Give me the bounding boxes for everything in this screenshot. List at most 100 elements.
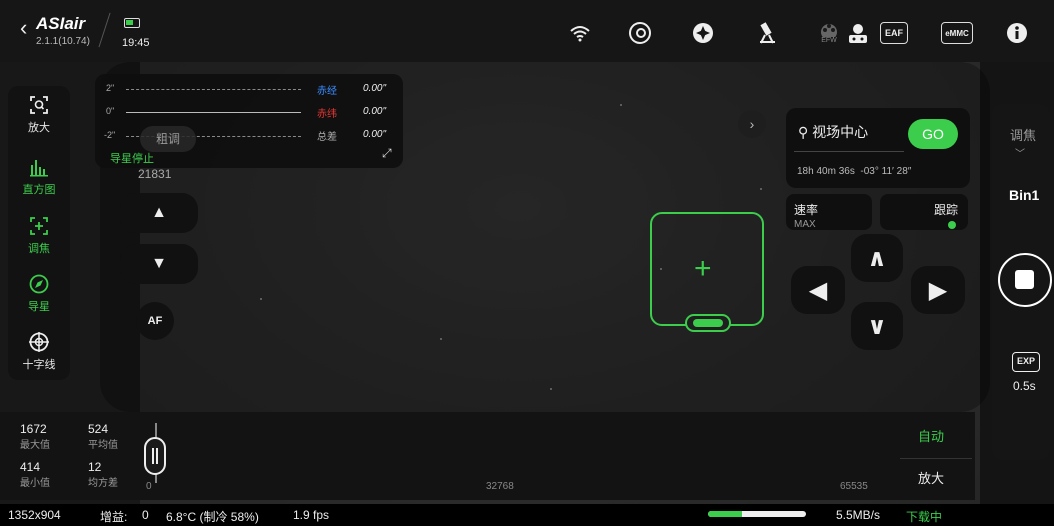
stat-max-label: 最大值 (20, 440, 50, 451)
guide-zero-line (126, 112, 301, 113)
focus-tab[interactable]: 调焦 (1010, 125, 1036, 144)
stat-min-label: 最小值 (20, 478, 50, 489)
search-icon: ⚲ (798, 124, 809, 140)
guide-scope-icon[interactable] (690, 20, 716, 46)
focus-in-button[interactable]: ▲ (120, 193, 198, 233)
battery-icon (124, 18, 140, 28)
expand-icon[interactable]: ⤢ (382, 146, 392, 161)
histogram-zoom-button[interactable]: 放大 (918, 468, 944, 487)
exposure-value[interactable]: 0.5s (1013, 379, 1036, 393)
tool-focus-label: 调焦 (28, 243, 50, 255)
wifi-icon[interactable] (567, 20, 593, 46)
arrow-left-icon: ◀ (808, 276, 828, 304)
slew-rate-value: MAX (794, 219, 816, 230)
focus-icon (28, 216, 50, 238)
guide-grid-line (126, 89, 301, 90)
crosshair-icon (28, 332, 50, 354)
app-version: 2.1.1(10.74) (36, 36, 90, 47)
tracking-label: 跟踪 (934, 203, 959, 217)
rotator-icon[interactable] (845, 20, 871, 46)
tool-crosshair-label: 十字线 (22, 359, 56, 371)
stat-stddev: 12 均方差 (88, 460, 118, 489)
arrow-up-icon: ∧ (867, 244, 887, 272)
goto-target-label: 视场中心 (812, 124, 869, 140)
tool-focus[interactable]: 调焦 (8, 216, 70, 256)
goto-target[interactable]: ⚲ 视场中心 (798, 122, 868, 142)
chevron-right-icon[interactable]: › (738, 110, 766, 138)
filter-wheel-icon[interactable]: EFW (816, 20, 842, 46)
triangle-up-icon: ▲ (151, 204, 167, 221)
gain-label: 增益: (100, 510, 128, 524)
stat-min-value: 414 (20, 460, 41, 474)
focuser-icon[interactable]: EAF (880, 22, 908, 44)
download-status: 下载中 (906, 510, 943, 524)
stat-min: 414 最小值 (20, 460, 50, 489)
tool-histogram[interactable]: 直方图 (8, 157, 70, 197)
clock: 19:45 (122, 37, 150, 49)
dec-label: 赤纬 (317, 109, 337, 120)
guide-scale-mid: 0" (106, 106, 115, 116)
tool-guiding[interactable]: 导星 (8, 274, 70, 314)
histogram-stretch-handle[interactable] (144, 437, 166, 475)
tracking-status-dot (948, 221, 956, 229)
stat-max: 1672 最大值 (20, 422, 50, 451)
guide-scale-top: 2" (106, 83, 115, 93)
tool-zoom[interactable]: 放大 (8, 95, 70, 135)
telescope-mount-icon[interactable] (755, 20, 781, 46)
histogram-tick-mid: 32768 (486, 481, 514, 492)
camera-icon[interactable] (627, 20, 653, 46)
divider (794, 151, 904, 152)
chevron-down-icon[interactable]: ﹀ (1015, 145, 1025, 160)
storage-icon[interactable]: eMMC (941, 22, 973, 44)
tool-zoom-label: 放大 (28, 122, 50, 134)
tool-crosshair[interactable]: 十字线 (8, 332, 70, 372)
total-error-value: 0.00" (363, 129, 387, 140)
focus-out-button[interactable]: ▼ (120, 244, 198, 284)
autofocus-button[interactable]: AF (136, 302, 174, 340)
triangle-down-icon: ▼ (151, 255, 167, 272)
sensor-temperature: 6.8°C (制冷 58%) (166, 510, 259, 524)
filter-wheel-label: EFW (821, 36, 837, 44)
stat-mean-value: 524 (88, 422, 109, 436)
move-east-button[interactable]: ▶ (911, 266, 965, 314)
stat-mean-label: 平均值 (88, 440, 118, 451)
focuser-position: 21831 (138, 167, 172, 181)
stat-max-value: 1672 (20, 422, 47, 436)
frame-rate: 1.9 fps (293, 508, 330, 522)
histogram-tick-min: 0 (146, 481, 152, 492)
exposure-icon[interactable]: EXP (1012, 352, 1040, 372)
move-south-button[interactable]: ∨ (851, 302, 903, 350)
binning-selector[interactable]: Bin1 (1009, 187, 1039, 203)
arrow-right-icon: ▶ (928, 276, 948, 304)
transfer-speed: 5.5MB/s (836, 508, 881, 522)
image-resolution: 1352x904 (8, 508, 61, 522)
move-west-button[interactable]: ◀ (791, 266, 845, 314)
slew-rate-label: 速率 (794, 203, 819, 217)
go-button[interactable]: GO (908, 119, 958, 149)
plus-icon: + (694, 252, 712, 285)
move-north-button[interactable]: ∧ (851, 234, 903, 282)
tool-histogram-label: 直方图 (22, 184, 56, 196)
stat-mean: 524 平均值 (88, 422, 118, 451)
goto-dec: -03° 11′ 28″ (860, 166, 912, 177)
tool-guiding-label: 导星 (28, 301, 50, 313)
goto-coordinates: 18h 40m 36s -03° 11′ 28″ (797, 166, 911, 177)
info-icon[interactable] (1004, 20, 1030, 46)
guide-scale-bottom: -2" (104, 130, 116, 140)
guiding-icon (28, 274, 50, 296)
coarse-adjust-button[interactable]: 粗调 (140, 126, 196, 152)
guide-status: 导星停止 (110, 153, 154, 165)
stat-stddev-label: 均方差 (88, 478, 118, 489)
back-icon[interactable]: ‹ (20, 15, 27, 41)
app-logo: ASIair (36, 14, 86, 33)
total-error-label: 总差 (317, 132, 337, 143)
histogram-auto-button[interactable]: 自动 (918, 426, 944, 445)
frame-handle[interactable] (685, 314, 731, 332)
ra-label: 赤经 (317, 86, 337, 97)
dec-value: 0.00" (363, 106, 387, 117)
histogram-tick-max: 65535 (840, 481, 868, 492)
status-bar (0, 504, 1054, 526)
zoom-icon (28, 95, 50, 117)
stop-capture-button[interactable] (998, 253, 1052, 307)
goto-ra: 18h 40m 36s (797, 166, 855, 177)
